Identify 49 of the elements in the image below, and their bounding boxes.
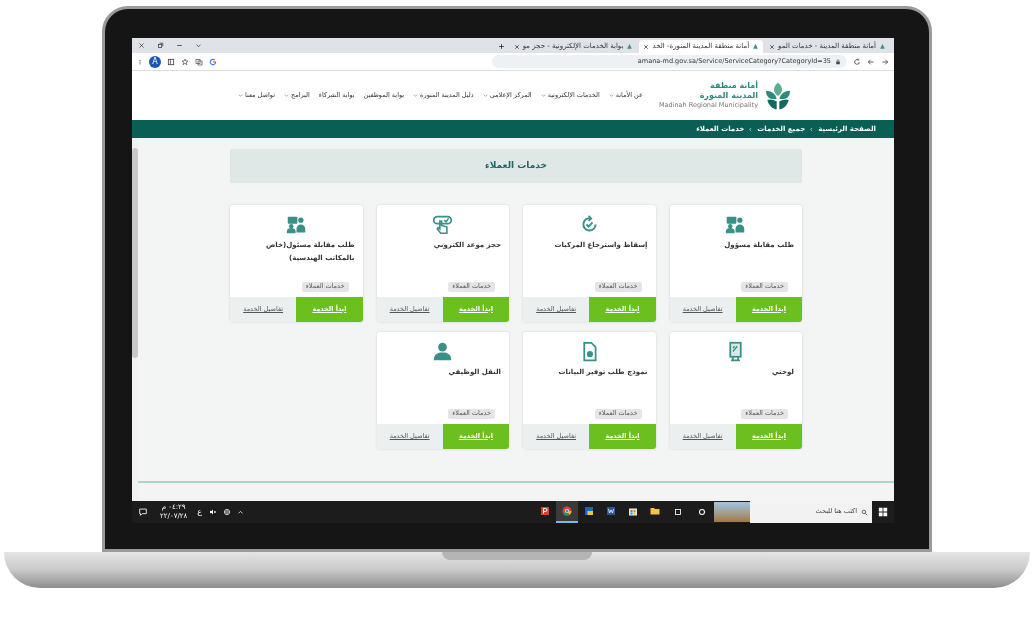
- chevron-icon: [195, 42, 202, 49]
- close-icon: [513, 43, 520, 50]
- chevron-left-icon: [809, 126, 815, 132]
- search-icon: [861, 508, 868, 516]
- word-icon: [605, 505, 617, 517]
- taskbar-app-button[interactable]: [556, 501, 578, 523]
- caret-icon: [540, 93, 546, 98]
- star-icon: [181, 57, 189, 66]
- meeting-icon: [285, 214, 307, 235]
- caret-icon: [238, 93, 243, 98]
- side-panel-icon: [167, 57, 175, 66]
- logo-title: أمانة منطقة المدينة المنورة: [698, 80, 758, 101]
- new-tab-icon: [497, 43, 505, 50]
- profile-avatar[interactable]: A: [149, 55, 161, 68]
- globe-icon: [223, 508, 232, 516]
- restore-icon: [157, 42, 164, 49]
- site-logo-icon: [879, 43, 886, 50]
- folder-icon: [649, 505, 661, 517]
- notification-icon: [138, 507, 148, 517]
- close-icon: [769, 43, 776, 50]
- close-icon: [138, 42, 145, 49]
- more-icon: [137, 57, 143, 66]
- close-icon: [643, 43, 650, 50]
- chevron-up-icon: [237, 508, 245, 516]
- meeting-icon: [725, 214, 747, 235]
- lock-icon: [835, 58, 841, 65]
- caret-icon: [284, 93, 290, 98]
- translate-icon: [195, 57, 203, 66]
- input-language[interactable]: ع: [197, 506, 203, 518]
- touch-button-icon: [432, 214, 454, 235]
- slides-icon: [539, 505, 551, 517]
- caret-icon: [608, 93, 614, 98]
- google-icon: [209, 57, 217, 66]
- reload-icon: [853, 57, 861, 66]
- site-logo-icon: [752, 43, 760, 50]
- mail-icon: [583, 505, 595, 517]
- chevron-left-icon: [748, 126, 754, 132]
- back-icon: [867, 57, 875, 66]
- caret-icon: [413, 93, 419, 98]
- minimize-icon: [176, 42, 183, 49]
- page-title: خدمات العملاء: [230, 149, 802, 183]
- forward-icon: [881, 57, 889, 66]
- site-logo-icon: [626, 43, 634, 50]
- chrome-icon: [561, 505, 573, 517]
- user-icon: [432, 341, 454, 362]
- scrollbar[interactable]: [132, 138, 138, 501]
- caret-icon: [482, 93, 488, 98]
- landscape-thumbnail: [714, 502, 750, 522]
- volume-muted-icon: [209, 508, 218, 516]
